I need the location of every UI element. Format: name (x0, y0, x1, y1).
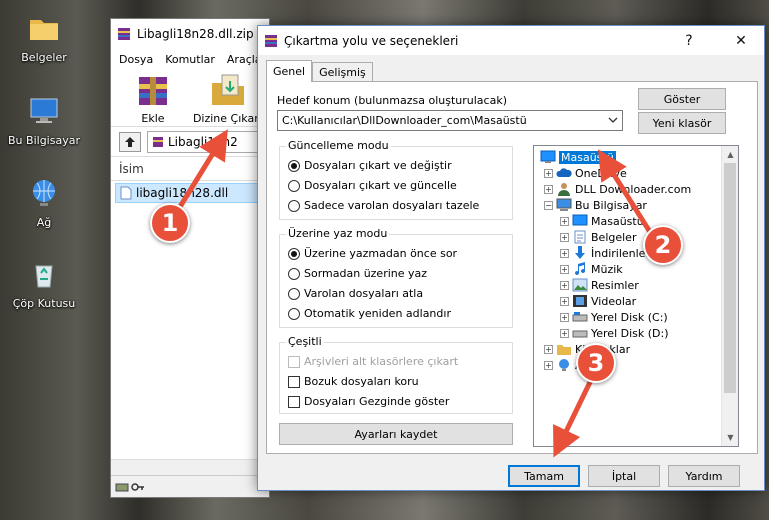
step-badge-3: 3 (576, 343, 616, 383)
step-badge-2: 2 (643, 225, 683, 265)
step-badge-1: 1 (150, 203, 190, 243)
arrow-3 (553, 376, 595, 458)
tab-genel[interactable]: Genel (266, 60, 313, 82)
arrow-2 (598, 149, 653, 234)
arrow-1 (175, 129, 228, 212)
